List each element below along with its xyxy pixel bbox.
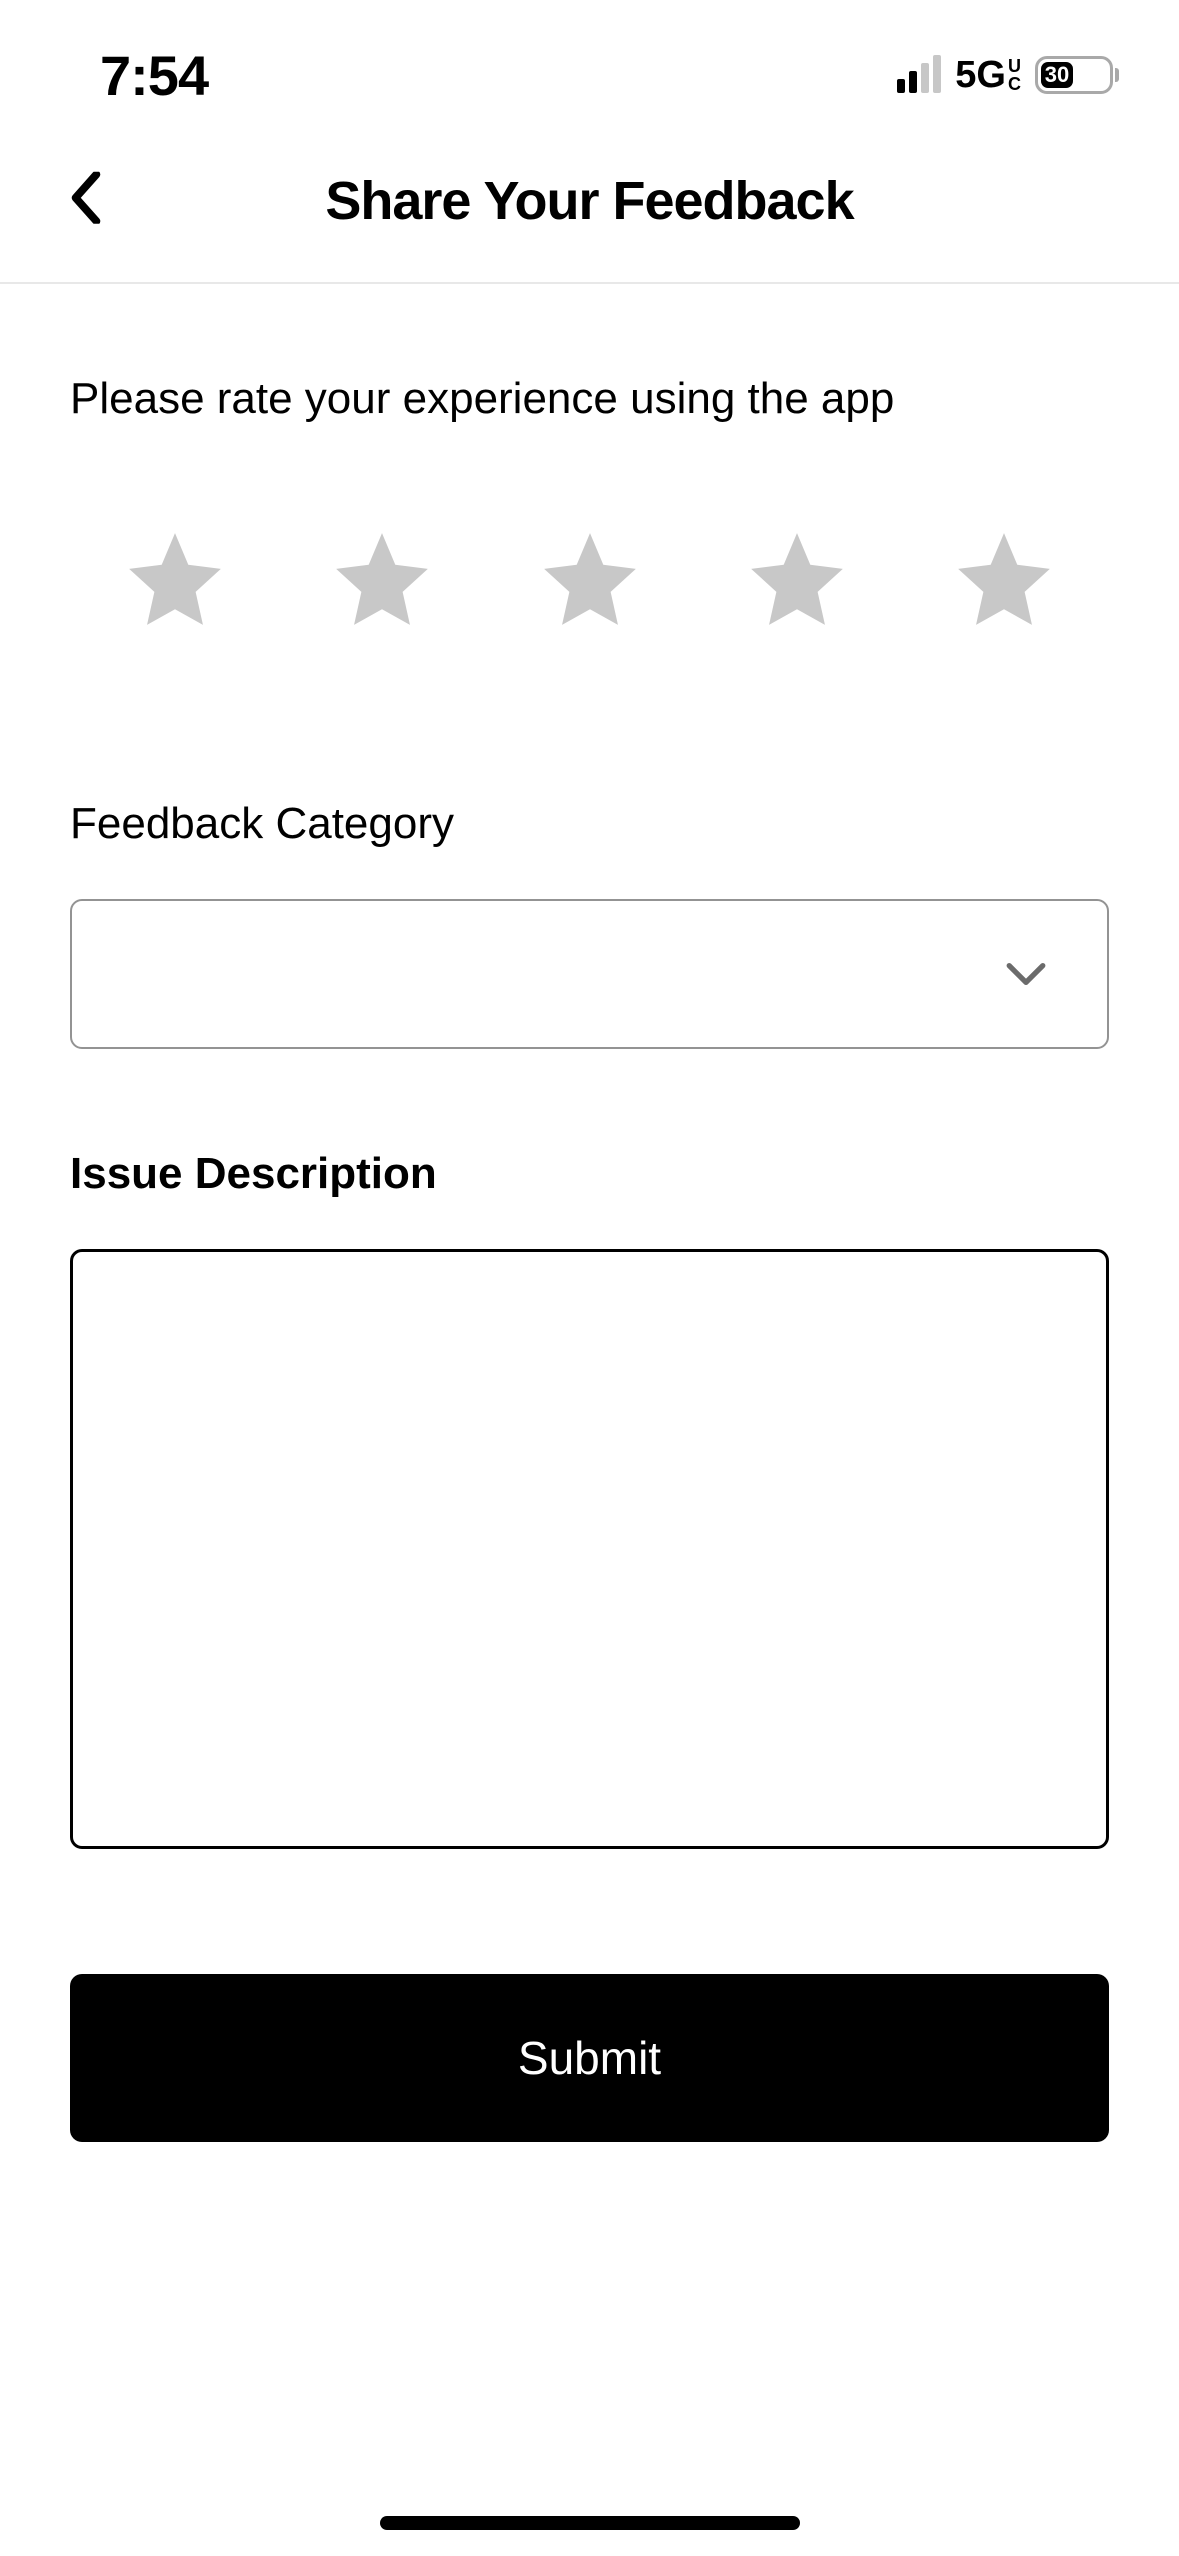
star-icon — [949, 524, 1059, 634]
back-button[interactable] — [70, 172, 102, 229]
description-label: Issue Description — [70, 1149, 1109, 1199]
status-time: 7:54 — [100, 43, 208, 108]
star-icon — [327, 524, 437, 634]
chevron-left-icon — [70, 172, 102, 224]
star-icon — [120, 524, 230, 634]
signal-icon — [897, 57, 941, 93]
submit-button[interactable]: Submit — [70, 1974, 1109, 2142]
network-sub-2: C — [1008, 75, 1021, 93]
status-indicators: 5G U C 30 — [897, 54, 1119, 97]
star-5[interactable] — [949, 524, 1059, 639]
rating-stars — [70, 524, 1109, 639]
content-area: Please rate your experience using the ap… — [0, 284, 1179, 2142]
description-textarea[interactable] — [70, 1249, 1109, 1849]
status-bar: 7:54 5G U C 30 — [0, 0, 1179, 130]
star-icon — [742, 524, 852, 634]
battery-icon: 30 — [1035, 56, 1119, 94]
star-4[interactable] — [742, 524, 852, 639]
home-indicator[interactable] — [380, 2516, 800, 2530]
star-1[interactable] — [120, 524, 230, 639]
star-3[interactable] — [535, 524, 645, 639]
network-type: 5G U C — [955, 54, 1021, 97]
network-sub-1: U — [1008, 57, 1021, 75]
rating-prompt: Please rate your experience using the ap… — [70, 374, 1109, 424]
star-2[interactable] — [327, 524, 437, 639]
battery-level: 30 — [1041, 62, 1073, 88]
nav-header: Share Your Feedback — [0, 130, 1179, 284]
network-type-label: 5G — [955, 54, 1006, 97]
page-title: Share Your Feedback — [325, 170, 853, 232]
chevron-down-icon — [1005, 961, 1047, 987]
star-icon — [535, 524, 645, 634]
category-label: Feedback Category — [70, 799, 1109, 849]
category-select[interactable] — [70, 899, 1109, 1049]
